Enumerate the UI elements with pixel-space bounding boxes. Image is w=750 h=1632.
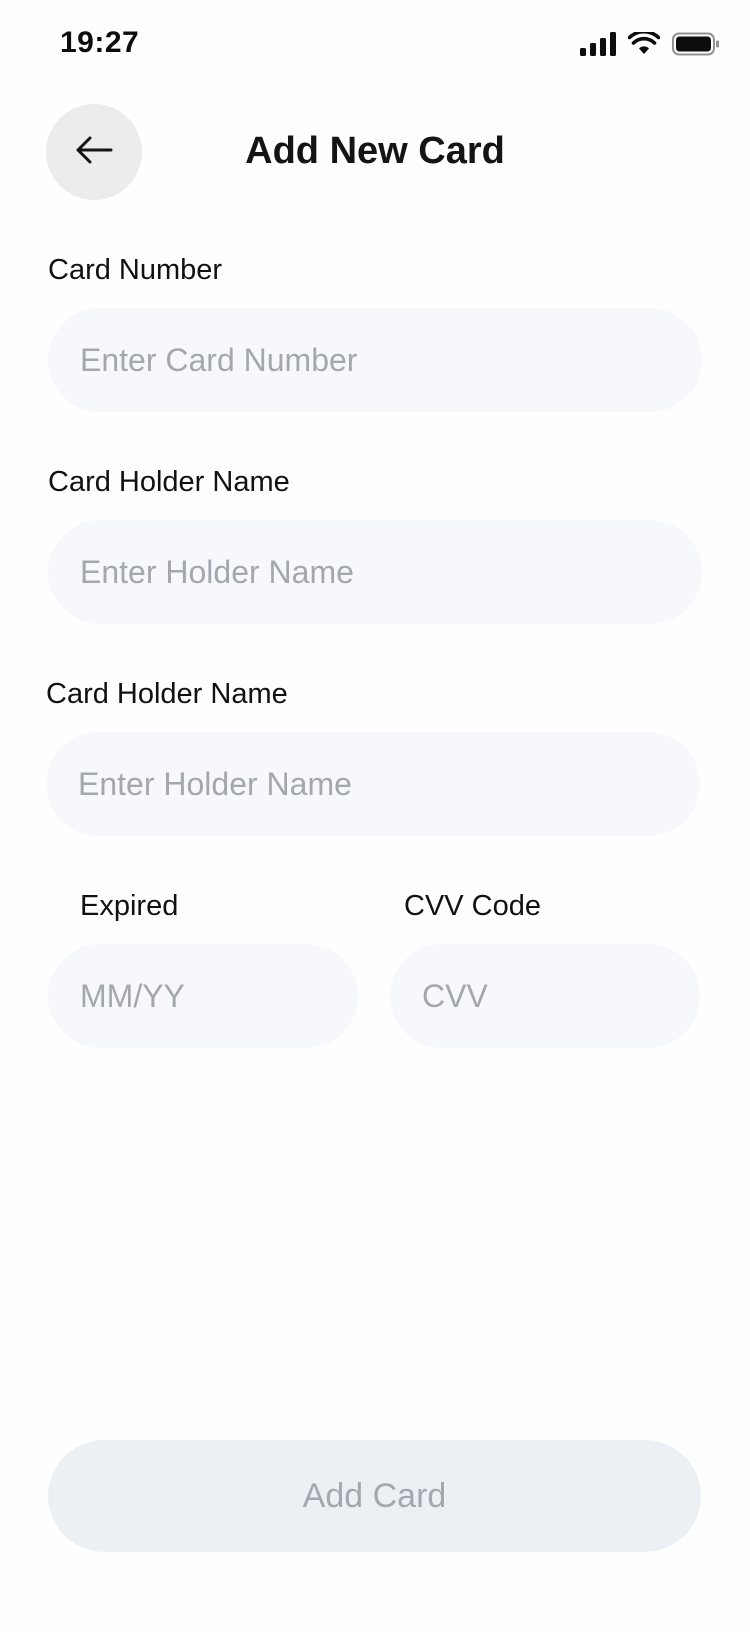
expiry-field-container — [48, 944, 358, 1048]
page-title: Add New Card — [245, 130, 505, 172]
card-number-field-container — [48, 308, 702, 412]
cvv-label: CVV Code — [404, 890, 542, 922]
card-number-label: Card Number — [48, 254, 223, 286]
holder-name-2-input[interactable] — [78, 765, 700, 803]
holder-name-2-label: Card Holder Name — [46, 678, 288, 710]
cvv-field-container — [390, 944, 700, 1048]
holder-name-label: Card Holder Name — [48, 466, 290, 498]
status-icons — [580, 29, 720, 61]
status-time: 19:27 — [60, 26, 140, 59]
card-number-input[interactable] — [80, 341, 702, 379]
add-card-button[interactable]: Add Card — [48, 1440, 701, 1552]
header: Add New Card — [0, 104, 750, 200]
expiry-label: Expired — [80, 890, 179, 922]
holder-name-2-field-container — [46, 732, 700, 836]
cellular-signal-icon — [580, 32, 616, 61]
wifi-icon — [627, 29, 661, 61]
status-bar: 19:27 — [0, 0, 750, 92]
battery-icon — [672, 32, 720, 61]
holder-name-input[interactable] — [80, 553, 702, 591]
expiry-input[interactable] — [80, 977, 358, 1015]
holder-name-field-container — [48, 520, 702, 624]
cvv-input[interactable] — [422, 977, 700, 1015]
